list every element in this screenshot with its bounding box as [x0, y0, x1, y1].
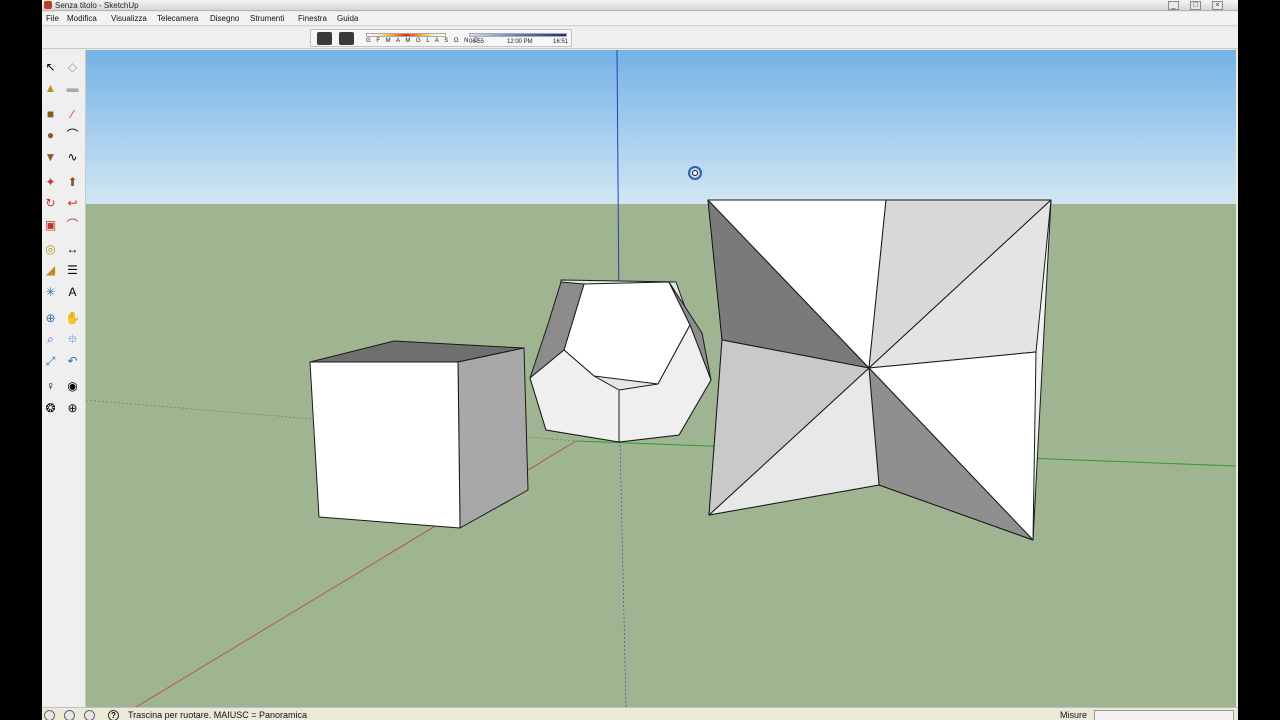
- protractor-icon[interactable]: ◢: [42, 261, 59, 278]
- previous-view-icon[interactable]: ↶: [64, 352, 81, 369]
- zoom-window-icon[interactable]: ⯐: [64, 330, 81, 347]
- menu-finestra[interactable]: Finestra: [298, 12, 327, 26]
- screen-frame-right: [1238, 0, 1280, 720]
- walk-icon[interactable]: ❂: [42, 399, 59, 416]
- move-icon[interactable]: ✦: [42, 173, 59, 190]
- menu-guida[interactable]: Guida: [337, 12, 358, 26]
- eraser-icon[interactable]: ▬: [64, 79, 81, 96]
- line-icon[interactable]: ∕: [64, 105, 81, 122]
- select-icon[interactable]: ↖: [42, 58, 59, 75]
- section-plane-icon[interactable]: ⊕: [64, 399, 81, 416]
- zoom-extents-icon[interactable]: ⤢: [42, 352, 59, 369]
- dimension-icon[interactable]: ↔: [64, 240, 81, 257]
- shadows-toolbar: G F M A M G L A S O N D 06:55 12:00 PM 1…: [42, 27, 1238, 49]
- title-bar: Senza titolo - SketchUp _ □ ×: [42, 0, 1238, 11]
- close-button[interactable]: ×: [1212, 1, 1223, 10]
- cube-front-face: [309, 361, 461, 529]
- paint-bucket-icon[interactable]: ▲: [42, 79, 59, 96]
- tape-measure-icon[interactable]: ◎: [42, 240, 59, 257]
- follow-me-icon[interactable]: ↩: [64, 194, 81, 211]
- measurements-label: Misure: [1060, 710, 1088, 720]
- measurements-input[interactable]: [1094, 710, 1234, 720]
- geolocation-icon[interactable]: [44, 710, 55, 720]
- orbit-icon[interactable]: ⊕: [42, 309, 59, 326]
- cube[interactable]: [309, 340, 529, 529]
- screen-frame-left: [0, 0, 42, 720]
- push-pull-icon[interactable]: ⬆: [64, 173, 81, 190]
- text-icon[interactable]: ☰: [64, 261, 81, 278]
- circle-icon[interactable]: ●: [42, 126, 59, 143]
- menu-disegno[interactable]: Disegno: [210, 12, 239, 26]
- user-icon[interactable]: [84, 710, 95, 720]
- month-labels: G F M A M G L A S O N D: [366, 38, 481, 44]
- modeling-viewport[interactable]: [86, 50, 1236, 707]
- help-icon[interactable]: ?: [108, 710, 119, 720]
- menu-visualizza[interactable]: Visualizza: [111, 12, 147, 26]
- large-tool-set: ↖ ◇ ▲ ▬ ■ ∕ ● ⌒ ▼ ∿ ✦ ⬆ ↻ ↩ ▣ ⌒ ◎ ↔ ◢ ☰ …: [42, 50, 86, 707]
- look-around-icon[interactable]: ◉: [64, 377, 81, 394]
- time-end-label: 16:51: [553, 39, 569, 45]
- polygon-icon[interactable]: ▼: [42, 148, 59, 165]
- shadow-settings-group: G F M A M G L A S O N D 06:55 12:00 PM 1…: [310, 29, 572, 47]
- time-start-label: 06:55: [469, 39, 485, 45]
- shadow-settings-icon[interactable]: [317, 32, 332, 45]
- position-camera-icon[interactable]: ♀: [42, 377, 59, 394]
- status-hint: Trascina per ruotare. MAIUSC = Panoramic…: [128, 710, 307, 720]
- month-slider[interactable]: [366, 33, 446, 37]
- sketchup-logo-icon: [44, 1, 52, 9]
- make-component-icon[interactable]: ◇: [64, 58, 81, 75]
- status-bar: ? Trascina per ruotare. MAIUSC = Panoram…: [42, 707, 1238, 720]
- rotate-icon[interactable]: ↻: [42, 194, 59, 211]
- menu-strumenti[interactable]: Strumenti: [250, 12, 284, 26]
- sky: [86, 50, 1236, 204]
- pan-icon[interactable]: ✋: [64, 309, 81, 326]
- time-mid-label: 12:00 PM: [507, 39, 533, 45]
- minimize-button[interactable]: _: [1168, 1, 1179, 10]
- 3d-text-icon[interactable]: A: [64, 283, 81, 300]
- scene-canvas[interactable]: [86, 50, 1236, 707]
- scale-icon[interactable]: ▣: [42, 216, 59, 233]
- menu-modifica[interactable]: Modifica: [67, 12, 97, 26]
- freehand-icon[interactable]: ∿: [64, 148, 81, 165]
- display-shadows-icon[interactable]: [339, 32, 354, 45]
- menu-bar: File Modifica Visualizza Telecamera Dise…: [42, 12, 1238, 26]
- axes-icon[interactable]: ✳: [42, 283, 59, 300]
- sketchup-window: Senza titolo - SketchUp _ □ × File Modif…: [42, 0, 1238, 720]
- time-slider[interactable]: [469, 33, 567, 37]
- zoom-icon[interactable]: ⌕: [42, 330, 59, 347]
- arc-icon[interactable]: ⌒: [64, 126, 81, 143]
- dodecahedron[interactable]: [529, 279, 712, 443]
- maximize-button[interactable]: □: [1190, 1, 1201, 10]
- menu-telecamera[interactable]: Telecamera: [157, 12, 198, 26]
- rectangle-icon[interactable]: ■: [42, 105, 59, 122]
- menu-file[interactable]: File: [46, 12, 59, 26]
- window-title: Senza titolo - SketchUp: [55, 1, 139, 10]
- offset-icon[interactable]: ⌒: [64, 216, 81, 233]
- credits-icon[interactable]: [64, 710, 75, 720]
- ground: [86, 204, 1236, 707]
